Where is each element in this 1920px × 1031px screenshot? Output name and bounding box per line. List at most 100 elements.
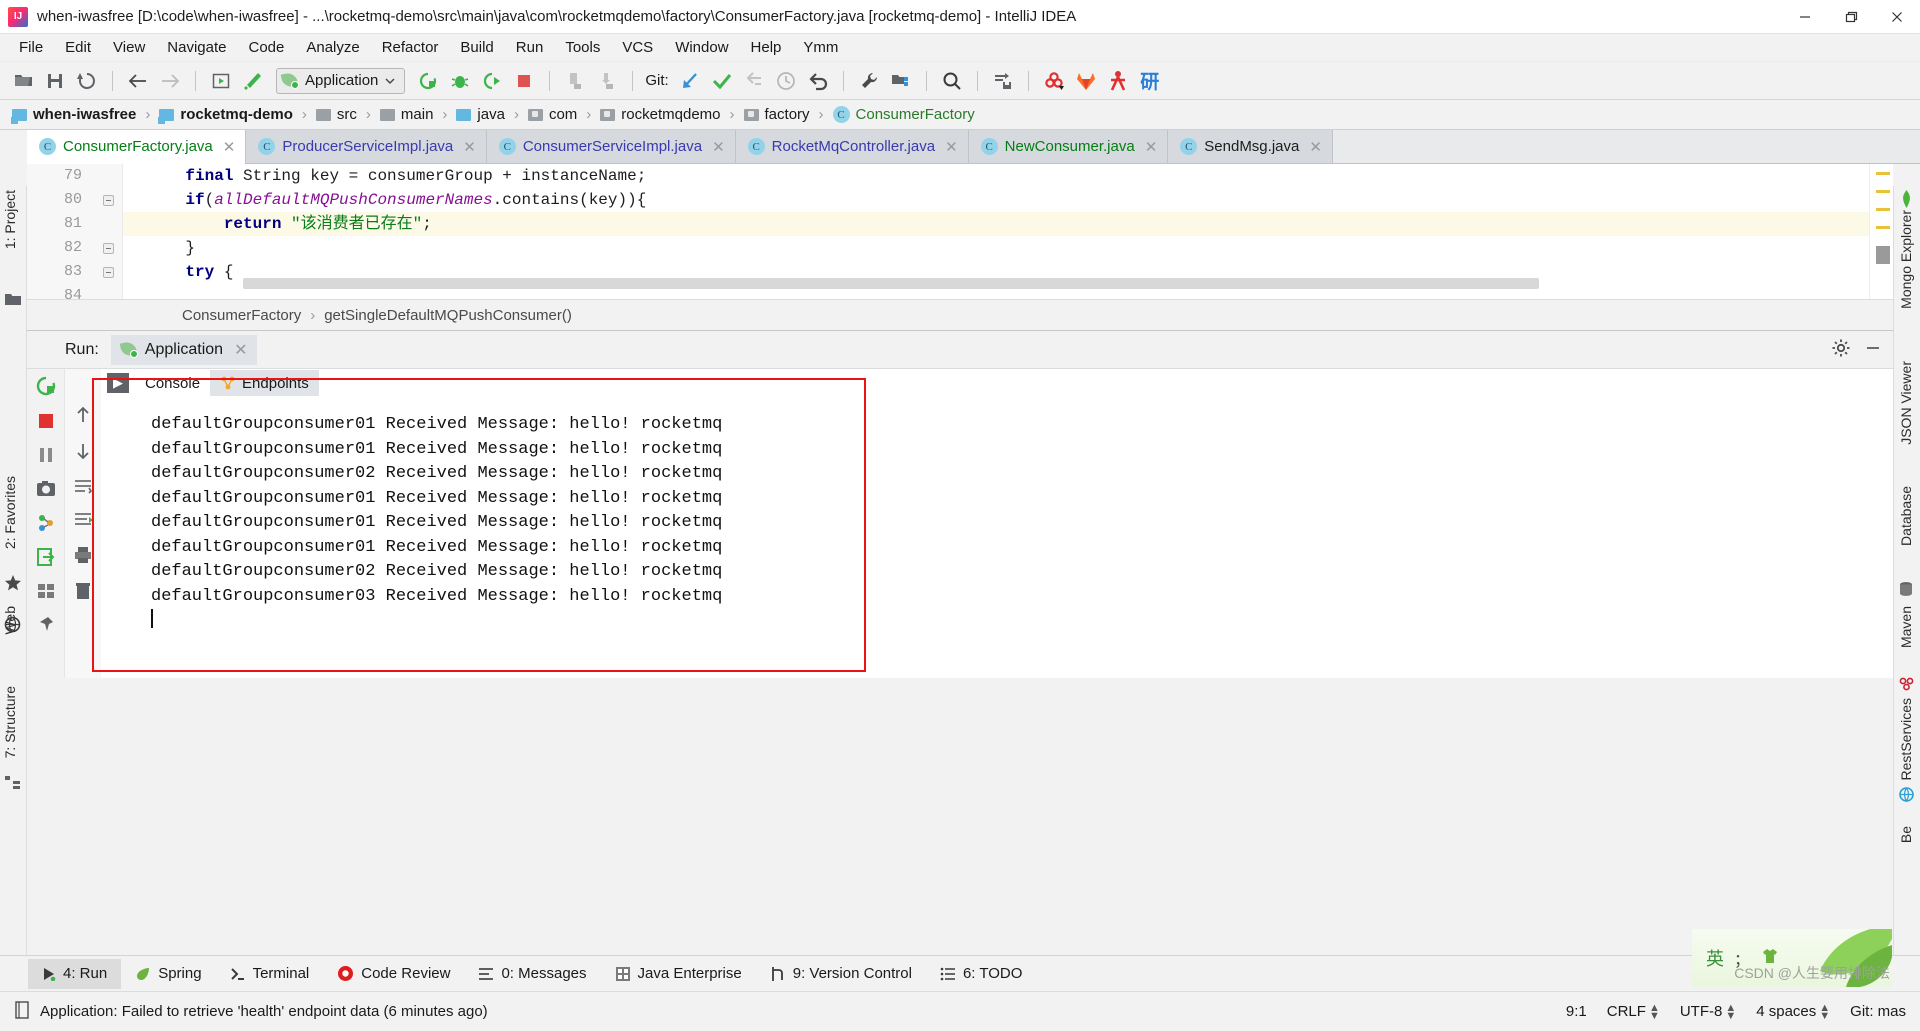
bottom-tab-java-enterprise[interactable]: Java Enterprise xyxy=(601,959,756,989)
code-text-area[interactable]: final String key = consumerGroup + insta… xyxy=(123,164,1869,299)
bottom-tab-terminal[interactable]: Terminal xyxy=(216,959,324,989)
breadcrumb-item-project[interactable]: when-iwasfree xyxy=(8,106,140,124)
breadcrumb-method[interactable]: getSingleDefaultMQPushConsumer() xyxy=(324,307,572,324)
push-icon[interactable] xyxy=(739,67,769,95)
minimize-icon[interactable] xyxy=(1782,0,1828,34)
close-icon[interactable] xyxy=(1874,0,1920,34)
menu-run[interactable]: Run xyxy=(505,36,555,59)
event-log-icon[interactable] xyxy=(14,1000,30,1023)
save-all-icon[interactable] xyxy=(40,67,70,95)
menu-analyze[interactable]: Analyze xyxy=(295,36,370,59)
indent-selector[interactable]: 4 spaces ▲ ▼ xyxy=(1756,1002,1830,1021)
code-editor[interactable]: 79 80 81 82 83 84 final String key = con… xyxy=(27,164,1893,304)
arrow-down-icon[interactable] xyxy=(74,441,92,465)
menu-tools[interactable]: Tools xyxy=(554,36,611,59)
fold-marker-icon[interactable] xyxy=(103,195,114,206)
run-configuration-selector[interactable]: Application xyxy=(276,67,406,94)
sidebar-item-restservices[interactable]: RestServices xyxy=(1898,698,1914,780)
sidebar-item-favorites[interactable]: 2: Favorites xyxy=(2,476,18,549)
gitlab-icon[interactable] xyxy=(1071,67,1101,95)
sidebar-item-be[interactable]: Be xyxy=(1898,826,1914,843)
tab-newconsumer[interactable]: C NewConsumer.java ✕ xyxy=(968,130,1169,163)
exit-icon[interactable] xyxy=(36,547,56,571)
editor-horizontal-scrollbar[interactable] xyxy=(243,278,1539,289)
menu-window[interactable]: Window xyxy=(664,36,739,59)
thread-dump-icon[interactable] xyxy=(35,513,57,537)
layout-icon[interactable] xyxy=(36,581,56,605)
editor-marker-strip[interactable] xyxy=(1869,164,1893,299)
menu-help[interactable]: Help xyxy=(740,36,793,59)
pin-icon[interactable] xyxy=(36,615,56,639)
back-arrow-icon[interactable] xyxy=(123,67,153,95)
stop-icon[interactable] xyxy=(509,67,539,95)
profiler-icon[interactable] xyxy=(560,67,590,95)
database-sync-icon[interactable] xyxy=(988,67,1018,95)
breadcrumb-item-module[interactable]: rocketmq-demo xyxy=(155,106,297,124)
bottom-tab-code-review[interactable]: Code Review xyxy=(323,959,464,989)
tab-consumerserviceimpl[interactable]: C ConsumerServiceImpl.java ✕ xyxy=(486,130,736,163)
editor-gutter[interactable]: 79 80 81 82 83 84 xyxy=(27,164,123,304)
forward-arrow-icon[interactable] xyxy=(155,67,185,95)
print-icon[interactable] xyxy=(73,545,93,569)
bottom-tab-run[interactable]: 4: Run xyxy=(28,958,122,989)
close-icon[interactable]: ✕ xyxy=(712,138,725,156)
breadcrumb-item-main[interactable]: main xyxy=(376,106,438,123)
debug-icon[interactable] xyxy=(445,67,475,95)
breadcrumb-item-java[interactable]: java xyxy=(452,106,509,123)
menu-code[interactable]: Code xyxy=(237,36,295,59)
menu-edit[interactable]: Edit xyxy=(54,36,102,59)
sync-icon[interactable] xyxy=(72,67,102,95)
yan-icon[interactable]: 研 xyxy=(1135,67,1165,95)
fold-marker-icon[interactable] xyxy=(103,243,114,254)
rerun-icon[interactable] xyxy=(35,375,57,401)
breadcrumb-item-src[interactable]: src xyxy=(312,106,361,123)
sidebar-item-maven[interactable]: Maven xyxy=(1898,606,1914,648)
status-message[interactable]: Application: Failed to retrieve 'health'… xyxy=(40,1003,488,1020)
bottom-tab-messages[interactable]: 0: Messages xyxy=(464,959,600,989)
breadcrumb-item-factory[interactable]: factory xyxy=(740,106,814,123)
menu-ymm[interactable]: Ymm xyxy=(792,36,849,59)
close-icon[interactable]: ✕ xyxy=(223,138,236,156)
encoding-selector[interactable]: UTF-8 ▲ ▼ xyxy=(1680,1002,1736,1021)
breadcrumb-item-com[interactable]: com xyxy=(524,106,581,123)
trash-icon[interactable] xyxy=(74,581,92,605)
scroll-to-end-icon[interactable] xyxy=(73,511,93,533)
bottom-tab-todo[interactable]: 6: TODO xyxy=(926,959,1036,989)
caret-position[interactable]: 9:1 xyxy=(1566,1003,1587,1020)
menu-build[interactable]: Build xyxy=(449,36,504,59)
tab-rocketmqcontroller[interactable]: C RocketMqController.java ✕ xyxy=(735,130,969,163)
restore-icon[interactable] xyxy=(1828,0,1874,34)
build-hammer-icon[interactable] xyxy=(238,67,268,95)
menu-view[interactable]: View xyxy=(102,36,156,59)
fold-marker-icon[interactable] xyxy=(103,267,114,278)
soft-wrap-icon[interactable] xyxy=(73,477,93,499)
breadcrumb-class[interactable]: ConsumerFactory xyxy=(182,307,301,324)
bottom-tab-spring[interactable]: Spring xyxy=(121,959,215,989)
update-project-icon[interactable] xyxy=(675,67,705,95)
close-icon[interactable]: ✕ xyxy=(463,138,476,156)
search-everywhere-icon[interactable] xyxy=(937,67,967,95)
pause-icon[interactable] xyxy=(36,445,56,469)
sidebar-item-structure[interactable]: 7: Structure xyxy=(2,686,18,758)
console-panel[interactable]: ▶ Console Endpoints defaultGroupconsumer… xyxy=(101,369,1893,678)
minimize-icon[interactable] xyxy=(1863,338,1883,362)
bottom-tab-version-control[interactable]: 9: Version Control xyxy=(756,959,926,989)
settings-wrench-icon[interactable] xyxy=(854,67,884,95)
camera-icon[interactable] xyxy=(35,479,57,503)
stop-icon[interactable] xyxy=(36,411,56,435)
console-tab-endpoints[interactable]: Endpoints xyxy=(210,370,319,396)
console-output[interactable]: defaultGroupconsumer01 Received Message:… xyxy=(129,403,1893,678)
menu-vcs[interactable]: VCS xyxy=(611,36,664,59)
close-icon[interactable]: ✕ xyxy=(1309,138,1322,156)
sidebar-item-project[interactable]: 1: Project xyxy=(2,190,18,249)
run-tab-application[interactable]: Application ✕ xyxy=(110,334,258,365)
sidebar-item-database[interactable]: Database xyxy=(1898,486,1914,546)
person-icon[interactable] xyxy=(1103,67,1133,95)
arrow-up-icon[interactable] xyxy=(74,405,92,429)
line-separator-selector[interactable]: CRLF ▲ ▼ xyxy=(1607,1002,1660,1021)
sidebar-item-json-viewer[interactable]: JSON Viewer xyxy=(1898,361,1914,445)
menu-navigate[interactable]: Navigate xyxy=(156,36,237,59)
maven-icon[interactable] xyxy=(1039,67,1069,95)
sidebar-item-mongo-explorer[interactable]: Mongo Explorer xyxy=(1898,210,1914,309)
console-tab-console[interactable]: Console xyxy=(135,370,211,396)
